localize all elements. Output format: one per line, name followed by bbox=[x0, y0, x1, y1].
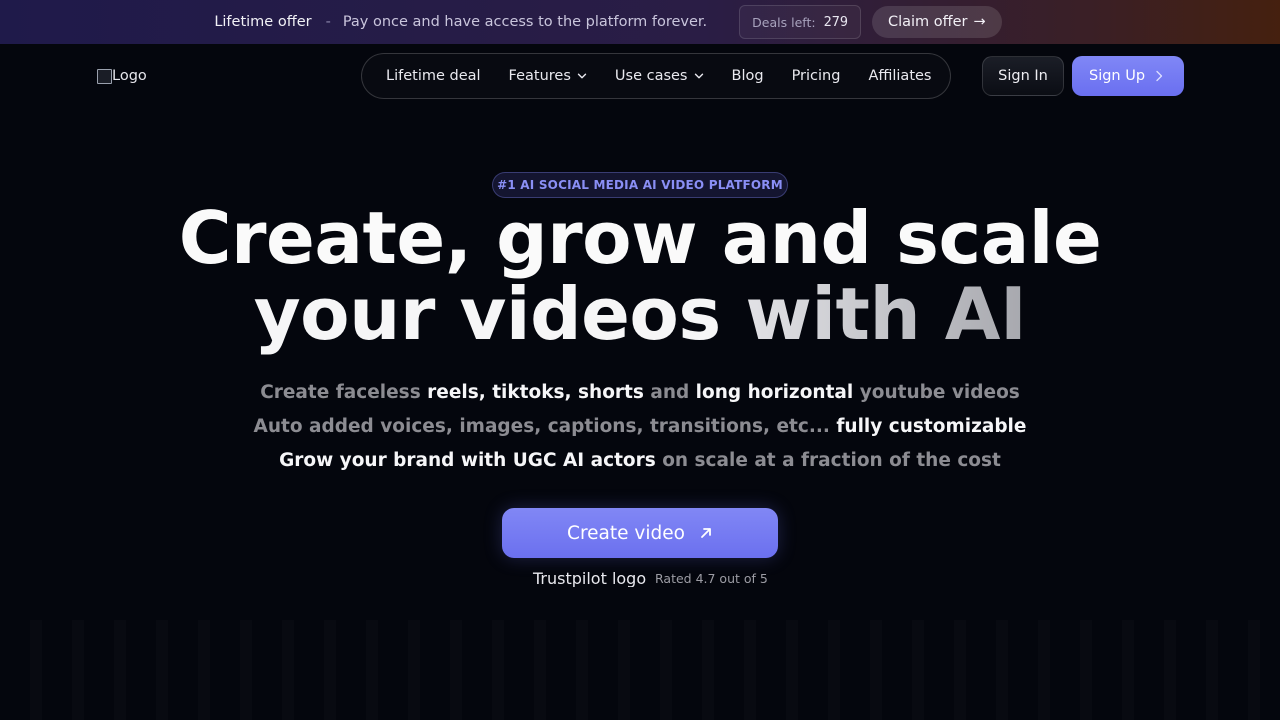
nav-item-label: Pricing bbox=[791, 68, 841, 84]
sign-in-label: Sign In bbox=[998, 68, 1048, 84]
nav-item-blog[interactable]: Blog bbox=[732, 68, 764, 84]
trustpilot-logo[interactable]: Trustpilot logo bbox=[517, 569, 647, 587]
broken-image-icon bbox=[96, 68, 112, 84]
nav-item-label: Affiliates bbox=[868, 68, 932, 84]
subline-text: on scale at a fraction of the cost bbox=[655, 450, 1001, 471]
nav-item-pricing[interactable]: Pricing bbox=[792, 68, 841, 84]
arrow-right-icon: → bbox=[973, 14, 986, 30]
nav-item-use-cases[interactable]: Use cases bbox=[615, 68, 704, 84]
platform-badge: #1 AI SOCIAL MEDIA AI VIDEO PLATFORM bbox=[492, 172, 788, 198]
nav-item-label: Features bbox=[508, 68, 571, 84]
offer-description: Pay once and have access to the platform… bbox=[342, 14, 708, 30]
create-video-label: Create video bbox=[567, 522, 685, 544]
announcement-bar: Lifetime offer - Pay once and have acces… bbox=[0, 0, 1280, 44]
chevron-down-icon bbox=[577, 73, 587, 79]
subline-text: Create faceless bbox=[260, 382, 428, 403]
chevron-right-icon bbox=[1156, 70, 1163, 82]
hero-title-line2: your videos with AI bbox=[0, 276, 1280, 352]
decorative-background bbox=[0, 620, 1280, 720]
nav-item-label: Use cases bbox=[614, 68, 688, 84]
hero-subline-1: Create faceless reels, tiktoks, shorts a… bbox=[0, 382, 1280, 403]
subline-highlight: reels, tiktoks, shorts bbox=[427, 382, 644, 403]
subline-highlight: long horizontal bbox=[695, 382, 854, 403]
nav-item-label: Lifetime deal bbox=[386, 68, 481, 84]
hero-title-line1: Create, grow and scale bbox=[178, 196, 1102, 280]
subline-text: Auto added voices, images, captions, tra… bbox=[253, 416, 837, 437]
rating-text: Rated 4.7 out of 5 bbox=[655, 570, 768, 586]
deals-left-counter: Deals left: 279 bbox=[739, 5, 861, 39]
nav-item-affiliates[interactable]: Affiliates bbox=[868, 68, 931, 84]
hero-title: Create, grow and scale your videos with … bbox=[0, 200, 1280, 352]
logo-alt-text: Logo bbox=[112, 68, 147, 84]
subline-highlight: Grow your brand with UGC AI actors bbox=[279, 450, 656, 471]
hero-title-line2-gradient: with AI bbox=[745, 272, 1027, 356]
logo[interactable]: Logo bbox=[96, 68, 147, 84]
sign-up-label: Sign Up bbox=[1089, 68, 1146, 84]
arrow-up-right-icon bbox=[701, 528, 711, 538]
nav-item-lifetime-deal[interactable]: Lifetime deal bbox=[386, 68, 481, 84]
offer-separator: - bbox=[325, 14, 331, 30]
subline-highlight: fully customizable bbox=[836, 416, 1027, 437]
sign-in-button[interactable]: Sign In bbox=[982, 56, 1064, 96]
hero-title-line2-start: your videos bbox=[253, 272, 746, 356]
hero-subline-2: Auto added voices, images, captions, tra… bbox=[0, 416, 1280, 437]
deals-left-label: Deals left: bbox=[752, 14, 816, 30]
claim-offer-button[interactable]: Claim offer → bbox=[871, 6, 1002, 38]
subline-text: and bbox=[643, 382, 696, 403]
claim-offer-label: Claim offer bbox=[887, 14, 968, 30]
create-video-button[interactable]: Create video bbox=[502, 508, 778, 558]
chevron-down-icon bbox=[694, 73, 703, 79]
nav-item-label: Blog bbox=[731, 68, 764, 84]
trustpilot-alt-text: Trustpilot logo bbox=[533, 569, 647, 587]
hero-subline-3: Grow your brand with UGC AI actors on sc… bbox=[0, 450, 1280, 471]
broken-image-icon bbox=[517, 570, 533, 586]
deals-left-count: 279 bbox=[823, 14, 848, 30]
trustpilot-rating: Trustpilot logo Rated 4.7 out of 5 bbox=[517, 569, 768, 587]
nav-item-features[interactable]: Features bbox=[509, 68, 587, 84]
sign-up-button[interactable]: Sign Up bbox=[1072, 56, 1184, 96]
main-nav: Lifetime deal Features Use cases Blog Pr… bbox=[361, 53, 951, 99]
subline-text: youtube videos bbox=[853, 382, 1020, 403]
offer-title: Lifetime offer bbox=[214, 14, 312, 30]
